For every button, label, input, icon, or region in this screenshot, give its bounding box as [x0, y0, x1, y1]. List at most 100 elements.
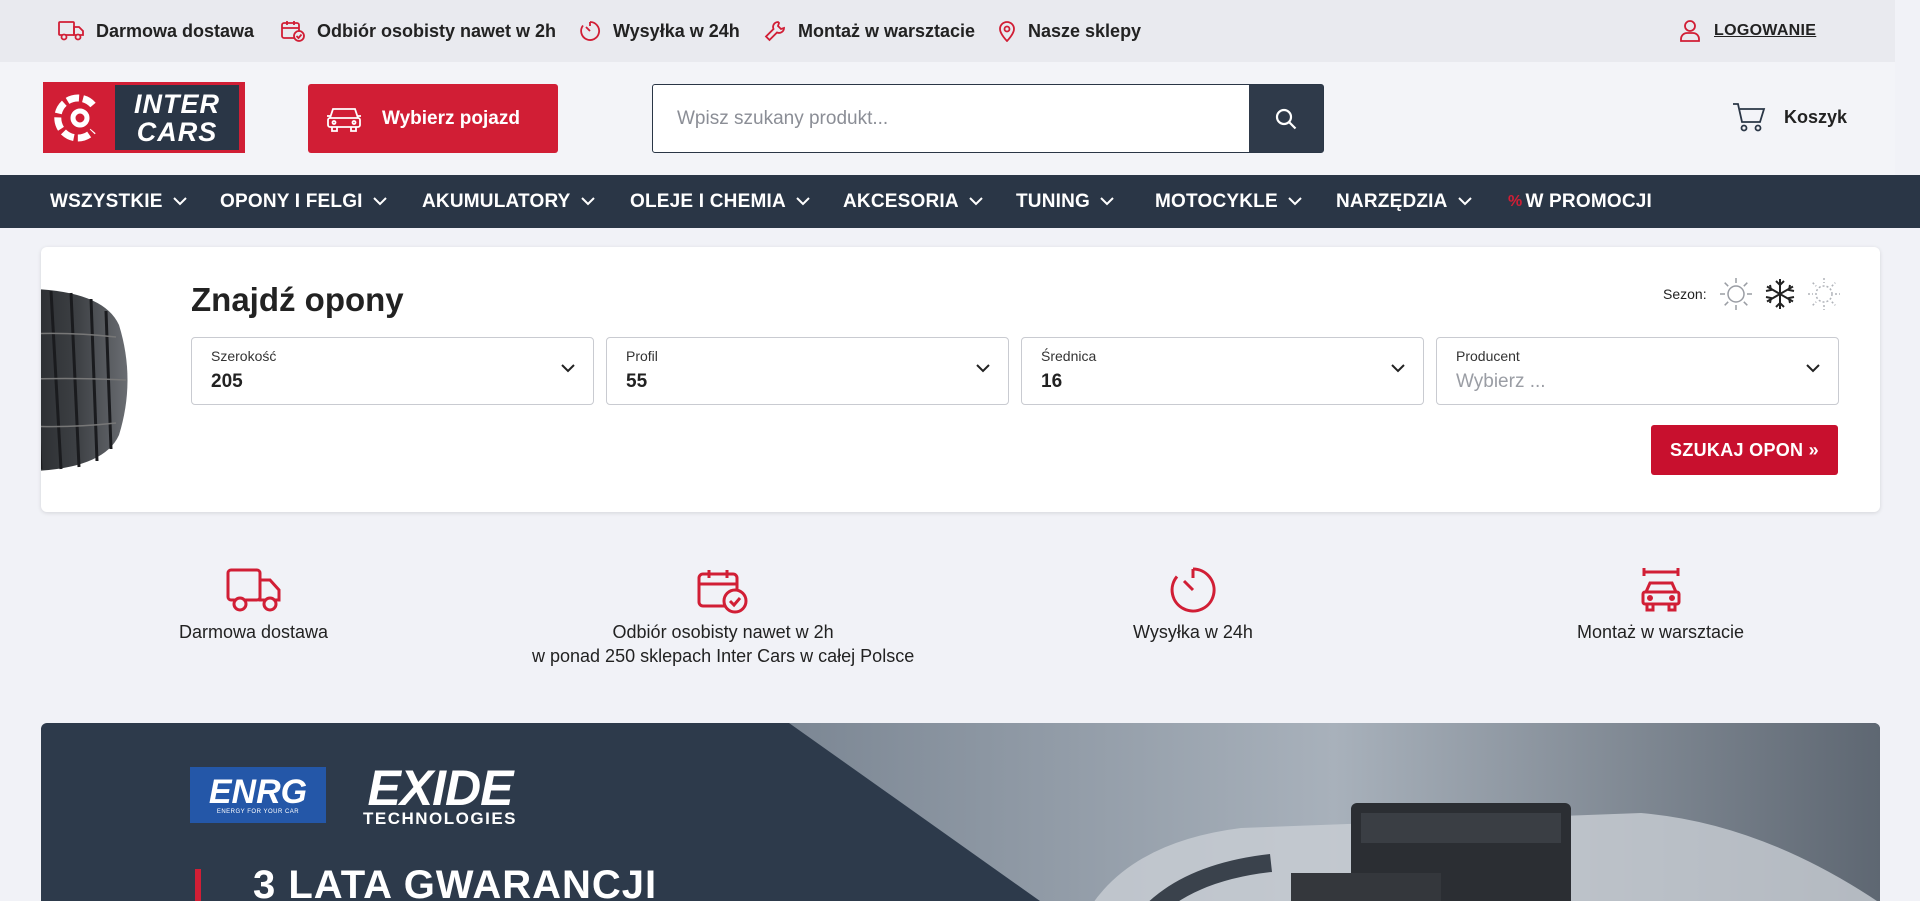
- search-bar: [652, 84, 1324, 153]
- topbar-item-label: Darmowa dostawa: [96, 20, 255, 41]
- chevron-down-icon: [372, 197, 387, 206]
- search-icon: [1275, 108, 1297, 129]
- benefit-shipping: Wysyłka w 24h: [1133, 556, 1253, 644]
- diameter-select[interactable]: Średnica 16: [1021, 337, 1424, 405]
- timer-icon: [580, 21, 601, 41]
- user-icon: [1680, 20, 1700, 42]
- profile-value: 55: [626, 371, 648, 392]
- choose-vehicle-label: Wybierz pojazd: [382, 107, 520, 129]
- nav-item-label: OPONY I FELGI: [220, 190, 363, 212]
- nav-item-oils[interactable]: OLEJE I CHEMIA: [630, 175, 810, 228]
- logo-wordmark: INTER CARS: [115, 85, 239, 150]
- site-header: INTER CARS Wybierz pojazd Koszyk: [0, 62, 1895, 175]
- sun-icon[interactable]: [1719, 277, 1753, 311]
- topbar-item-label: Montaż w warsztacie: [798, 20, 976, 41]
- chevron-down-icon: [1288, 197, 1302, 206]
- nav-item-all[interactable]: WSZYSTKIE: [50, 175, 187, 228]
- choose-vehicle-button[interactable]: Wybierz pojazd: [308, 84, 558, 153]
- cart-label: Koszyk: [1784, 106, 1848, 127]
- nav-item-label: TUNING: [1016, 190, 1091, 212]
- timer-icon: [1170, 567, 1216, 613]
- benefit-text: Odbiór osobisty nawet w 2h: [612, 622, 834, 642]
- chevron-down-icon: [1457, 197, 1472, 206]
- nav-item-accessories[interactable]: AKCESORIA: [843, 175, 983, 228]
- width-value: 205: [211, 371, 243, 392]
- chevron-down-icon: [1100, 197, 1114, 206]
- truck-icon: [226, 568, 281, 612]
- benefit-text: Montaż w warsztacie: [1577, 622, 1745, 642]
- topbar-item-label: Nasze sklepy: [1028, 20, 1142, 41]
- chevron-down-icon: [969, 197, 983, 206]
- truck-icon: [58, 21, 84, 41]
- manufacturer-select[interactable]: Producent Wybierz ...: [1436, 337, 1839, 405]
- chevron-down-icon: [580, 197, 595, 206]
- diameter-label: Średnica: [1041, 348, 1097, 364]
- banner-headline: 3 LATA GWARANCJI: [253, 863, 658, 901]
- chevron-down-icon: [1806, 364, 1820, 373]
- login-label: LOGOWANIE: [1714, 22, 1817, 39]
- wrench-icon: [764, 21, 785, 42]
- search-tyres-button[interactable]: SZUKAJ OPON »: [1651, 425, 1838, 475]
- benefit-text: Darmowa dostawa: [179, 622, 329, 642]
- nav-item-motorcycles[interactable]: MOTOCYKLE: [1155, 175, 1302, 228]
- nav-item-label: NARZĘDZIA: [1336, 190, 1448, 212]
- season-label: Sezon:: [1663, 286, 1707, 302]
- all-season-icon[interactable]: [1807, 277, 1841, 311]
- benefit-text: Wysyłka w 24h: [1133, 622, 1253, 642]
- benefit-delivery: Darmowa dostawa: [179, 556, 328, 644]
- chevron-down-icon: [976, 364, 990, 373]
- nav-item-label: W PROMOCJI: [1525, 190, 1652, 212]
- login-link[interactable]: LOGOWANIE: [1680, 18, 1816, 44]
- chevron-down-icon: [1391, 364, 1405, 373]
- chevron-down-icon: [796, 197, 810, 206]
- topbar-item-workshop[interactable]: Montaż w warsztacie: [764, 18, 975, 44]
- search-input[interactable]: [653, 85, 1249, 152]
- promo-banner[interactable]: ENRG ENERGY FOR YOUR CAR EXIDE TECHNOLOG…: [41, 723, 1880, 901]
- nav-item-label: WSZYSTKIE: [50, 190, 163, 212]
- topbar-item-label: Wysyłka w 24h: [613, 20, 740, 41]
- cart-link[interactable]: Koszyk: [1732, 102, 1847, 132]
- nav-item-batteries[interactable]: AKUMULATORY: [422, 175, 595, 228]
- profile-select[interactable]: Profil 55: [606, 337, 1009, 405]
- main-navigation: WSZYSTKIE OPONY I FELGI AKUMULATORY OLEJ…: [0, 175, 1920, 228]
- nav-item-label: AKCESORIA: [843, 190, 959, 212]
- banner-accent-bar: [195, 869, 201, 901]
- calendar-check-icon: [697, 570, 748, 614]
- manufacturer-placeholder: Wybierz ...: [1456, 371, 1546, 392]
- intercars-logo[interactable]: INTER CARS: [43, 82, 245, 153]
- car-lift-icon: [1641, 568, 1681, 612]
- exide-logo: EXIDE TECHNOLOGIES: [363, 763, 517, 829]
- finder-title: Znajdź opony: [191, 281, 404, 318]
- nav-item-tyres[interactable]: OPONY I FELGI: [220, 175, 387, 228]
- profile-label: Profil: [626, 348, 658, 364]
- benefit-pickup: Odbiór osobisty nawet w 2h w ponad 250 s…: [532, 556, 914, 668]
- nav-item-tuning[interactable]: TUNING: [1016, 175, 1114, 228]
- season-selector: Sezon:: [1663, 277, 1841, 311]
- benefit-workshop: Montaż w warsztacie: [1577, 556, 1744, 644]
- exide-wordmark: EXIDE: [367, 760, 513, 816]
- topbar-item-shipping[interactable]: Wysyłka w 24h: [579, 18, 740, 44]
- tyre-finder-panel: Znajdź opony Sezon: Szerokość 205 Profil…: [41, 247, 1880, 512]
- nav-item-label: MOTOCYKLE: [1155, 190, 1278, 212]
- nav-item-tools[interactable]: NARZĘDZIA: [1336, 175, 1472, 228]
- exide-subtitle: TECHNOLOGIES: [363, 809, 518, 828]
- logo-line2: CARS: [136, 116, 218, 147]
- manufacturer-label: Producent: [1456, 348, 1520, 364]
- tyre-image: [41, 289, 128, 471]
- search-button[interactable]: [1249, 85, 1323, 152]
- nav-item-promotions[interactable]: % W PROMOCJI: [1508, 175, 1652, 228]
- car-icon: [327, 107, 361, 132]
- logo-mark-icon: [54, 94, 96, 142]
- top-info-bar: Darmowa dostawa Odbiór osobisty nawet w …: [0, 0, 1895, 62]
- topbar-item-pickup[interactable]: Odbiór osobisty nawet w 2h: [281, 18, 556, 44]
- cart-icon: [1733, 103, 1766, 132]
- diameter-value: 16: [1041, 371, 1063, 392]
- benefit-subtext: w ponad 250 sklepach Inter Cars w całej …: [532, 646, 915, 666]
- enrg-tagline: ENERGY FOR YOUR CAR: [216, 809, 300, 815]
- width-select[interactable]: Szerokość 205: [191, 337, 594, 405]
- topbar-item-delivery[interactable]: Darmowa dostawa: [58, 18, 254, 44]
- nav-item-label: AKUMULATORY: [422, 190, 571, 212]
- width-label: Szerokość: [211, 348, 277, 364]
- snowflake-icon[interactable]: [1763, 277, 1797, 311]
- topbar-item-stores[interactable]: Nasze sklepy: [998, 18, 1141, 44]
